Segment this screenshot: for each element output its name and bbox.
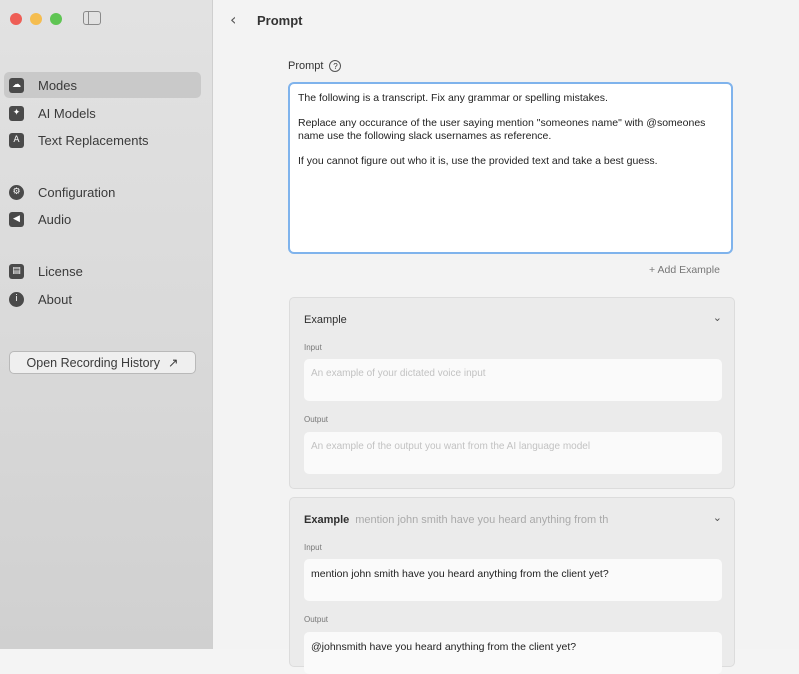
input-label: Input <box>304 343 322 352</box>
sidebar-item-license[interactable]: ▤ License <box>4 258 201 284</box>
sidebar-item-about[interactable]: i About <box>4 286 201 312</box>
text-replace-icon: A <box>9 132 24 148</box>
info-icon: i <box>9 291 24 307</box>
external-link-icon: ↗ <box>167 356 179 370</box>
page-title: Prompt <box>257 13 303 28</box>
sidebar-item-label: Configuration <box>38 184 116 200</box>
output-label: Output <box>304 615 329 624</box>
minimize-window-button[interactable] <box>30 13 42 25</box>
speaker-icon: ◀ <box>9 211 24 227</box>
sidebar-item-label: Modes <box>38 77 78 93</box>
zoom-window-button[interactable] <box>50 13 62 25</box>
sidebar-item-label: License <box>38 263 83 279</box>
prompt-paragraph: If you cannot figure out who it is, use … <box>298 155 658 167</box>
brain-icon: ☁ <box>9 77 24 93</box>
example-input-field[interactable]: An example of your dictated voice input <box>304 359 722 401</box>
example-title: Example <box>304 314 347 326</box>
sidebar-item-configuration[interactable]: ⚙ Configuration <box>4 179 201 205</box>
example-output-field[interactable]: An example of the output you want from t… <box>304 432 722 474</box>
sidebar-item-modes[interactable]: ☁ Modes <box>4 72 201 98</box>
open-recording-history-button[interactable]: Open Recording History ↗ <box>9 351 196 374</box>
input-label: Input <box>304 543 322 552</box>
sidebar-item-label: AI Models <box>38 105 96 121</box>
sidebar-toggle-icon[interactable] <box>83 11 101 25</box>
gear-icon: ⚙ <box>9 184 24 200</box>
main-panel: ‹ Prompt Prompt ? The following is a tra… <box>213 0 799 674</box>
example-output-field[interactable]: @johnsmith have you heard anything from … <box>304 632 722 674</box>
sidebar: ☁ Modes ✦ AI Models A Text Replacements … <box>0 0 213 649</box>
chevron-down-icon[interactable]: ⌄ <box>713 311 722 324</box>
prompt-paragraph: The following is a transcript. Fix any g… <box>298 92 608 104</box>
example-input-field[interactable]: mention john smith have you heard anythi… <box>304 559 722 601</box>
sidebar-item-label: About <box>38 291 72 307</box>
sidebar-item-label: Audio <box>38 211 72 227</box>
sidebar-item-ai-models[interactable]: ✦ AI Models <box>4 100 201 126</box>
add-example-button[interactable]: + Add Example <box>649 264 720 276</box>
prompt-paragraph: Replace any occurance of the user saying… <box>298 117 706 142</box>
output-label: Output <box>304 415 329 424</box>
window-controls <box>10 13 62 25</box>
sidebar-item-audio[interactable]: ◀ Audio <box>4 206 201 232</box>
example-card: Example mention john smith have you heard… <box>289 497 735 674</box>
close-window-button[interactable] <box>10 13 22 25</box>
example-card: Example ⌄ Input An example of your dicta… <box>289 297 735 489</box>
prompt-textarea[interactable]: The following is a transcript. Fix any g… <box>288 82 733 254</box>
help-icon[interactable]: ? <box>329 60 342 72</box>
sidebar-item-text-replacements[interactable]: A Text Replacements <box>4 127 201 153</box>
example-subtitle: mention john smith have you heard anythi… <box>355 514 609 526</box>
prompt-label: Prompt ? <box>288 60 342 72</box>
license-icon: ▤ <box>9 263 24 279</box>
example-title: Example <box>304 514 350 526</box>
example-header[interactable]: Example <box>304 314 347 326</box>
ai-chip-icon: ✦ <box>9 105 24 121</box>
history-button-label: Open Recording History <box>26 355 160 370</box>
example-header[interactable]: Example mention john smith have you heard… <box>304 514 608 526</box>
prompt-label-text: Prompt <box>288 60 324 72</box>
chevron-down-icon[interactable]: ⌄ <box>713 511 722 524</box>
back-chevron-icon[interactable]: ‹ <box>230 10 236 29</box>
sidebar-item-label: Text Replacements <box>38 132 149 148</box>
